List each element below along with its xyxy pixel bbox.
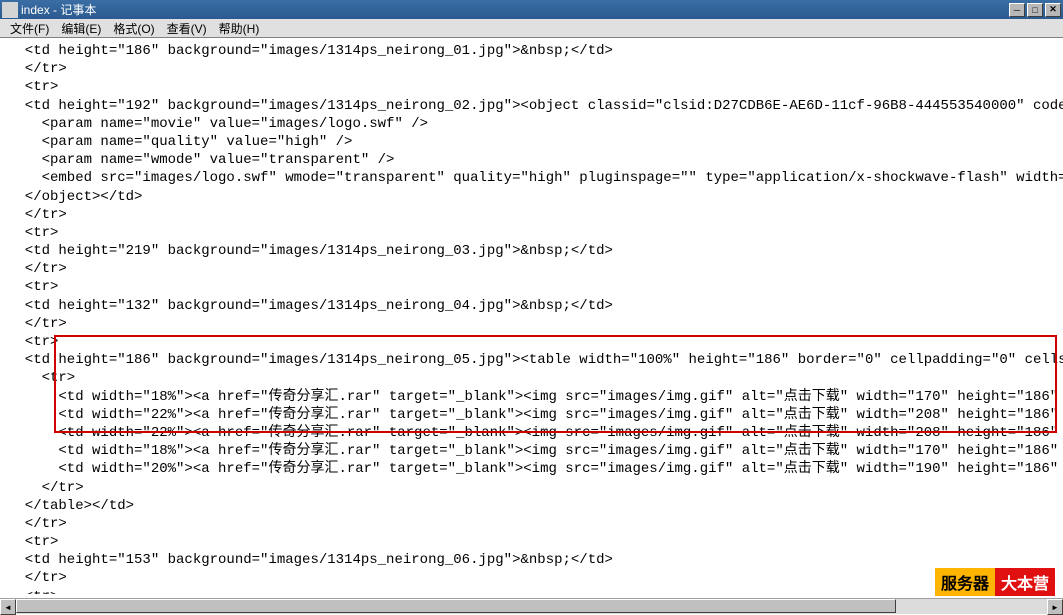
code-line: <embed src="images/logo.swf" wmode="tran… <box>8 170 1063 186</box>
code-line: <td height="192" background="images/1314… <box>8 98 1063 114</box>
code-line: <tr> <box>8 370 75 386</box>
code-line: <td height="153" background="images/1314… <box>8 552 613 568</box>
horizontal-scrollbar[interactable]: ◄ ► <box>0 598 1063 614</box>
watermark-right: 大本营 <box>995 568 1055 596</box>
code-line: <param name="wmode" value="transparent" … <box>8 152 394 168</box>
code-line: <td height="219" background="images/1314… <box>8 243 613 259</box>
watermark: 服务器 大本营 <box>935 568 1055 596</box>
minimize-button[interactable]: ─ <box>1009 3 1025 17</box>
code-line: <tr> <box>8 279 58 295</box>
code-line: <tr> <box>8 534 58 550</box>
code-line: <tr> <box>8 334 58 350</box>
code-line: </object></td> <box>8 189 142 205</box>
code-line: </table></td> <box>8 498 134 514</box>
code-line: </tr> <box>8 570 67 586</box>
code-line: <tr> <box>8 589 58 594</box>
code-line: </tr> <box>8 316 67 332</box>
watermark-left: 服务器 <box>935 568 995 596</box>
code-line: </tr> <box>8 261 67 277</box>
titlebar: index - 记事本 ─ □ ✕ <box>0 0 1063 19</box>
code-line: <td height="186" background="images/1314… <box>8 43 613 59</box>
menu-help[interactable]: 帮助(H) <box>213 19 266 38</box>
code-line: <td width="22%"><a href="传奇分享汇.rar" targ… <box>8 425 1063 441</box>
code-line: <tr> <box>8 79 58 95</box>
code-line: <td width="18%"><a href="传奇分享汇.rar" targ… <box>8 389 1063 405</box>
code-line: <td width="20%"><a href="传奇分享汇.rar" targ… <box>8 461 1063 477</box>
code-line: </tr> <box>8 480 84 496</box>
code-line: <tr> <box>8 225 58 241</box>
menu-format[interactable]: 格式(O) <box>107 19 160 38</box>
code-line: <td height="186" background="images/1314… <box>8 352 1063 368</box>
close-button[interactable]: ✕ <box>1045 3 1061 17</box>
menubar: 文件(F) 编辑(E) 格式(O) 查看(V) 帮助(H) <box>0 19 1063 38</box>
window-title: index - 记事本 <box>21 1 1007 18</box>
code-line: </tr> <box>8 207 67 223</box>
scroll-right-arrow[interactable]: ► <box>1047 599 1063 615</box>
scroll-left-arrow[interactable]: ◄ <box>0 599 16 615</box>
code-line: <param name="quality" value="high" /> <box>8 134 352 150</box>
maximize-button[interactable]: □ <box>1027 3 1043 17</box>
scroll-thumb[interactable] <box>16 599 896 613</box>
window-controls: ─ □ ✕ <box>1007 3 1061 17</box>
menu-view[interactable]: 查看(V) <box>161 19 213 38</box>
code-line: <td height="132" background="images/1314… <box>8 298 613 314</box>
code-line: </tr> <box>8 516 67 532</box>
code-line: <td width="18%"><a href="传奇分享汇.rar" targ… <box>8 443 1063 459</box>
code-line: <param name="movie" value="images/logo.s… <box>8 116 428 132</box>
code-line: </tr> <box>8 61 67 77</box>
app-icon <box>2 2 18 18</box>
menu-file[interactable]: 文件(F) <box>4 19 55 38</box>
menu-edit[interactable]: 编辑(E) <box>55 19 107 38</box>
code-line: <td width="22%"><a href="传奇分享汇.rar" targ… <box>8 407 1063 423</box>
scroll-track[interactable] <box>16 599 1047 614</box>
text-content[interactable]: <td height="186" background="images/1314… <box>0 38 1063 594</box>
